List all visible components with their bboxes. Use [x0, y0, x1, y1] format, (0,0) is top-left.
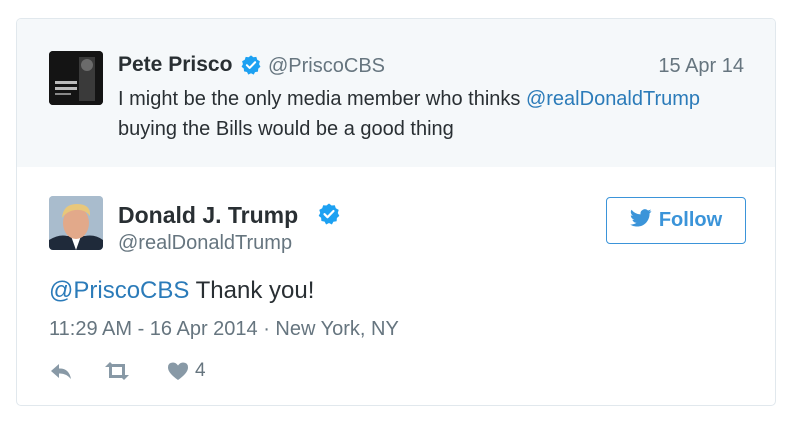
- quoted-text-part: buying the Bills would be a good thing: [118, 118, 454, 140]
- quoted-author-handle[interactable]: @PriscoCBS: [268, 55, 385, 78]
- quoted-text-part: I might be the only media member who thi…: [118, 88, 526, 110]
- reply-icon[interactable]: [49, 361, 73, 381]
- embedded-tweet-card: Pete Prisco @PriscoCBS 15 Apr 14 I might…: [16, 18, 776, 406]
- twitter-bird-icon: [630, 208, 652, 233]
- quoted-tweet[interactable]: Pete Prisco @PriscoCBS 15 Apr 14 I might…: [17, 19, 775, 167]
- heart-icon: [167, 361, 189, 381]
- follow-label: Follow: [658, 209, 723, 231]
- tweet-actions: 4: [49, 359, 206, 383]
- mention-link[interactable]: @realDonaldTrump: [526, 88, 700, 110]
- author-avatar[interactable]: [49, 196, 103, 250]
- verified-badge-icon: [240, 54, 262, 76]
- tweet-text: @PriscoCBS Thank you!: [49, 277, 314, 305]
- author-name[interactable]: Donald J. Trump: [118, 202, 298, 229]
- follow-button[interactable]: Follow: [606, 197, 746, 244]
- tweet-timestamp-location[interactable]: 11:29 AM - 16 Apr 2014 · New York, NY: [49, 318, 399, 341]
- like-count: 4: [195, 360, 206, 381]
- author-handle[interactable]: @realDonaldTrump: [118, 232, 292, 255]
- retweet-icon[interactable]: [103, 361, 131, 381]
- quoted-tweet-date[interactable]: 15 Apr 14: [658, 55, 744, 78]
- quoted-author-name[interactable]: Pete Prisco: [118, 53, 232, 77]
- quoted-tweet-text: I might be the only media member who thi…: [118, 84, 758, 144]
- mention-link[interactable]: @PriscoCBS: [49, 277, 189, 304]
- like-button[interactable]: 4: [167, 360, 206, 382]
- tweet-text-part: Thank you!: [189, 277, 315, 304]
- verified-badge-icon: [317, 202, 341, 226]
- quoted-author-avatar[interactable]: [49, 51, 103, 105]
